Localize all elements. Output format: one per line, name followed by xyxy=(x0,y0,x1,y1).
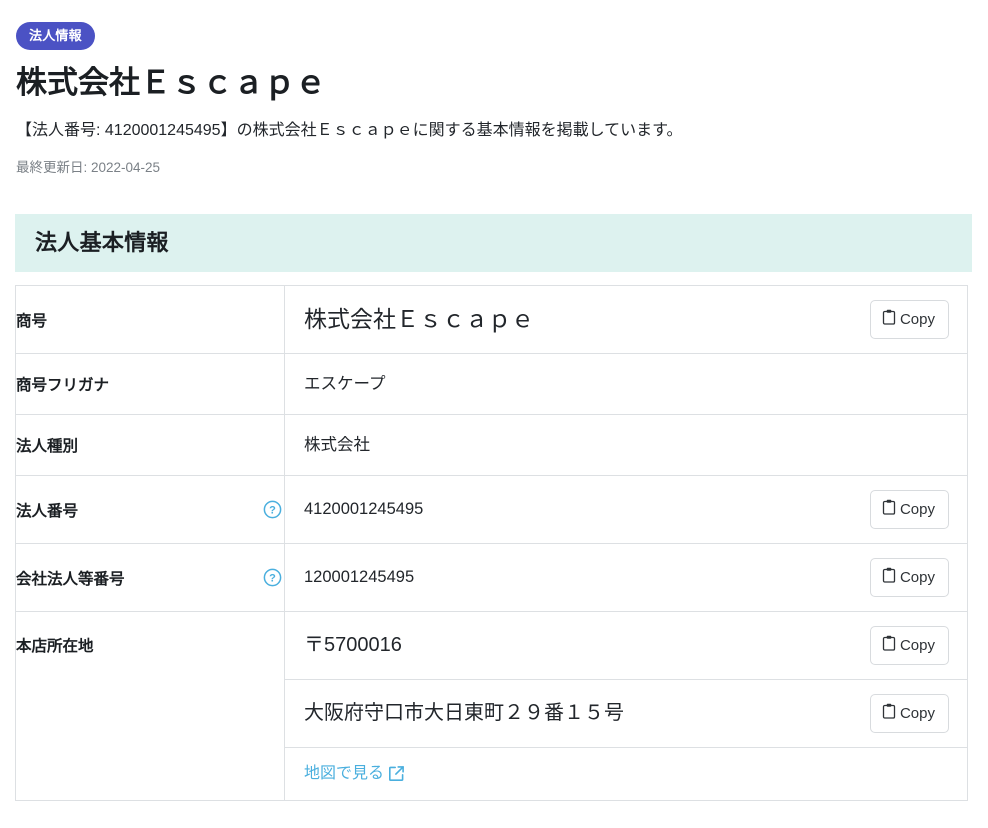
copy-button[interactable]: Copy xyxy=(869,558,949,597)
postal-code-subrow: 〒5700016 Copy xyxy=(285,612,967,680)
clipboard-icon xyxy=(882,567,896,588)
map-link-label: 地図で見る xyxy=(304,764,385,782)
row-label: 法人種別 xyxy=(16,438,79,455)
row-value: エスケープ xyxy=(304,374,386,393)
table-row: 会社法人等番号 ? 120001245495 Copy xyxy=(15,543,968,612)
row-label-cell: 法人種別 xyxy=(15,414,285,476)
page-description: 【法人番号: 4120001245495】の株式会社Ｅｓｃａｐｅに関する基本情報… xyxy=(16,121,683,139)
row-label-cell: 本店所在地 xyxy=(15,611,285,801)
row-label-cell: 会社法人等番号 ? xyxy=(15,543,285,612)
row-value-cell: 120001245495 Copy xyxy=(284,543,968,612)
row-value-cell: 〒5700016 Copy 大阪府守口市大日東町２９番１５号 Copy 地図で見… xyxy=(284,611,968,801)
section-header: 法人基本情報 xyxy=(15,213,972,272)
copy-button-label: Copy xyxy=(899,704,935,722)
copy-button[interactable]: Copy xyxy=(869,626,949,665)
copy-button-label: Copy xyxy=(899,500,935,518)
copy-button-label: Copy xyxy=(899,568,935,586)
row-label: 商号 xyxy=(16,312,48,330)
row-label: 本店所在地 xyxy=(16,638,94,655)
page-header: 法人情報 株式会社Ｅｓｃａｐｅ 【法人番号: 4120001245495】の株式… xyxy=(0,0,988,178)
table-body: 商号 株式会社Ｅｓｃａｐｅ Copy 商号フリガナ エスケープ 法人種別 株式会… xyxy=(15,285,968,801)
svg-text:?: ? xyxy=(269,573,276,585)
table-row-address: 本店所在地 〒5700016 Copy 大阪府守口市大日東町２９番１５号 Cop… xyxy=(15,611,968,801)
map-link[interactable]: 地図で見る xyxy=(304,763,404,785)
page-title: 株式会社Ｅｓｃａｐｅ xyxy=(16,65,326,100)
row-label: 商号フリガナ xyxy=(16,377,110,394)
postal-code-value: 〒5700016 xyxy=(304,634,402,656)
clipboard-icon xyxy=(882,635,896,656)
row-label: 法人番号 xyxy=(16,502,79,520)
table-row: 法人番号 ? 4120001245495 Copy xyxy=(15,475,968,544)
row-value-cell: 株式会社 xyxy=(284,414,968,476)
svg-text:?: ? xyxy=(269,505,276,517)
copy-button[interactable]: Copy xyxy=(869,694,949,733)
row-label-cell: 商号フリガナ xyxy=(15,353,285,415)
row-value: 120001245495 xyxy=(304,568,415,587)
clipboard-icon xyxy=(882,309,896,330)
map-link-subrow: 地図で見る xyxy=(285,748,967,800)
section-title: 法人基本情報 xyxy=(35,229,169,255)
basic-info-section: 法人基本情報 商号 株式会社Ｅｓｃａｐｅ Copy 商号フリガナ エスケープ 法… xyxy=(0,213,988,801)
clipboard-icon xyxy=(882,499,896,520)
row-label-cell: 法人番号 ? xyxy=(15,475,285,544)
copy-button-label: Copy xyxy=(899,310,935,328)
address-subrow: 大阪府守口市大日東町２９番１５号 Copy xyxy=(285,680,967,748)
row-label-cell: 商号 xyxy=(15,285,285,354)
row-value-cell: 株式会社Ｅｓｃａｐｅ Copy xyxy=(284,285,968,354)
corporate-info-table: 商号 株式会社Ｅｓｃａｐｅ Copy 商号フリガナ エスケープ 法人種別 株式会… xyxy=(15,285,968,801)
help-icon[interactable]: ? xyxy=(263,568,282,587)
help-icon[interactable]: ? xyxy=(263,500,282,519)
row-label: 会社法人等番号 xyxy=(16,570,125,588)
last-updated-text: 最終更新日: 2022-04-25 xyxy=(16,159,161,175)
table-row: 商号フリガナ エスケープ xyxy=(15,353,968,415)
row-value: 株式会社Ｅｓｃａｐｅ xyxy=(304,305,534,332)
row-value: 4120001245495 xyxy=(304,500,424,519)
table-row: 商号 株式会社Ｅｓｃａｐｅ Copy xyxy=(15,285,968,354)
table-row: 法人種別 株式会社 xyxy=(15,414,968,476)
category-badge: 法人情報 xyxy=(16,22,95,50)
address-value: 大阪府守口市大日東町２９番１５号 xyxy=(304,702,624,724)
copy-button[interactable]: Copy xyxy=(869,300,949,339)
clipboard-icon xyxy=(882,703,896,724)
row-value: 株式会社 xyxy=(304,435,370,454)
address-subrows: 〒5700016 Copy 大阪府守口市大日東町２９番１５号 Copy 地図で見… xyxy=(285,612,967,800)
row-value-cell: エスケープ xyxy=(284,353,968,415)
row-value-cell: 4120001245495 Copy xyxy=(284,475,968,544)
external-link-icon xyxy=(389,766,404,782)
page-root: 法人情報 株式会社Ｅｓｃａｐｅ 【法人番号: 4120001245495】の株式… xyxy=(0,0,988,828)
copy-button-label: Copy xyxy=(899,636,935,654)
copy-button[interactable]: Copy xyxy=(869,490,949,529)
